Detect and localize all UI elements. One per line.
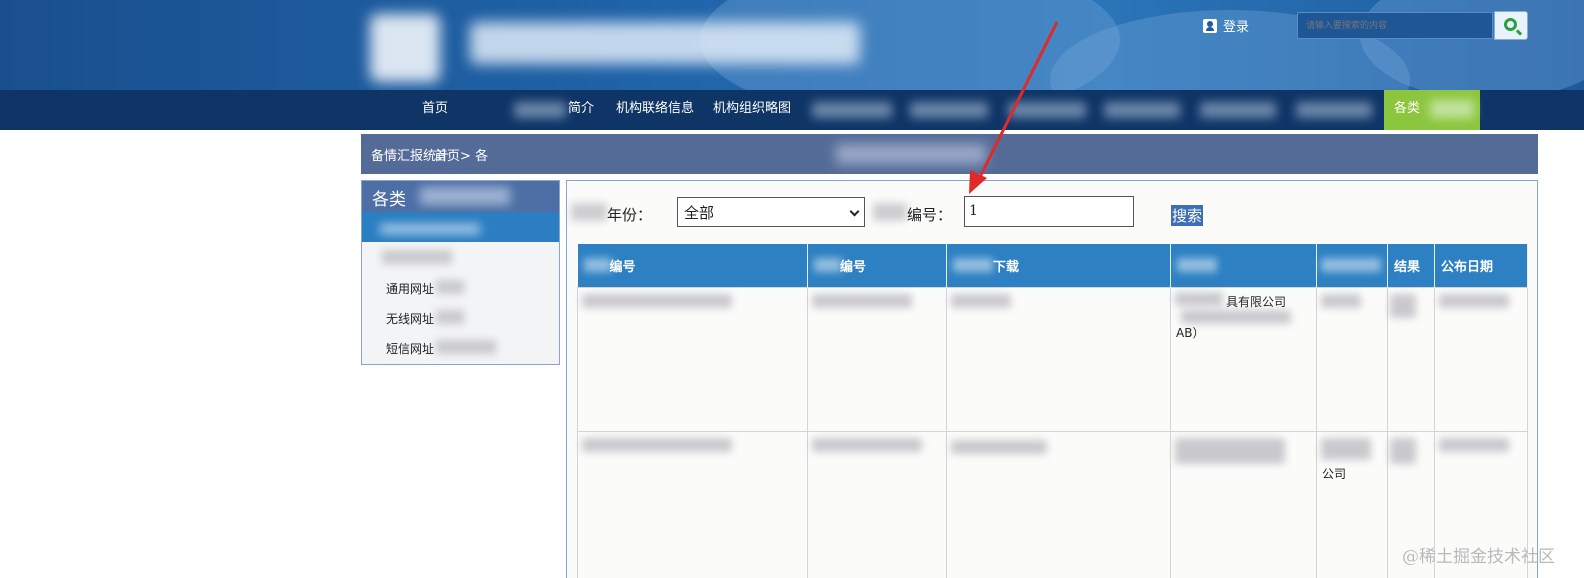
results-table: 编号 编号 下载 结果 公布日期 具有限公司 AB） 公司: [577, 244, 1528, 578]
table-cell: [946, 430, 1171, 578]
sidebar-title-blur: [420, 187, 510, 205]
number-value: 1: [969, 203, 978, 219]
table-cell: [577, 430, 808, 578]
sidebar-item-wireless[interactable]: 无线网址: [362, 302, 559, 332]
login-link[interactable]: 登录: [1203, 16, 1249, 35]
sidebar-item-blur: [436, 340, 496, 354]
column-header: 下载: [946, 244, 1171, 287]
nav-item-blurred[interactable]: [1104, 102, 1180, 118]
column-header: [1170, 244, 1317, 287]
site-search-button[interactable]: [1494, 11, 1528, 40]
nav-item-org-chart[interactable]: 机构组织略图: [713, 90, 791, 130]
sidebar-item-active[interactable]: [362, 212, 559, 242]
site-logo[interactable]: [370, 14, 440, 82]
watermark: @稀土掘金技术社区: [1402, 547, 1555, 567]
sidebar-item-general[interactable]: 通用网址: [362, 272, 559, 302]
sidebar-item-blur: [436, 280, 464, 294]
breadcrumb-trail: 首页> 各: [434, 145, 488, 164]
user-icon: [1203, 18, 1217, 33]
site-header: 登录: [0, 0, 1584, 90]
table-cell: [1434, 286, 1528, 432]
column-header: 公布日期: [1434, 244, 1528, 287]
breadcrumb-home[interactable]: 首页: [434, 149, 460, 164]
sidebar-item-blur: [436, 310, 464, 324]
filter-label-blur: [873, 203, 907, 221]
sidebar-title: 各类: [362, 181, 559, 212]
table-cell: [1170, 430, 1317, 578]
table-cell: 具有限公司 AB）: [1170, 286, 1317, 432]
nav-item-blurred[interactable]: [1200, 102, 1276, 118]
table-row[interactable]: 具有限公司 AB）: [577, 286, 1528, 432]
year-label: 年份：: [607, 206, 653, 224]
breadcrumb-separator: >: [460, 149, 471, 164]
table-cell: 公司: [1316, 430, 1388, 578]
nav-item-home[interactable]: 首页: [422, 90, 448, 130]
number-input[interactable]: 1: [964, 196, 1134, 227]
sidebar-title-text: 各类: [372, 190, 406, 210]
sidebar-item-label: 短信网址: [386, 342, 435, 356]
nav-cta-label: 各类: [1394, 101, 1421, 116]
column-header: [1316, 244, 1388, 287]
filter-label-blur: [571, 203, 607, 221]
site-search-input[interactable]: [1297, 12, 1493, 39]
nav-item-contacts[interactable]: 机构联络信息: [616, 90, 694, 130]
table-cell: [807, 286, 947, 432]
breadcrumb-blur: [836, 144, 986, 164]
page: 登录 首页 简介 机构联络信息 机构组织略图 各类 备情汇报统计 首页> 各: [0, 0, 1584, 578]
sidebar-item-blur: [382, 250, 452, 264]
main-panel: 年份： 全部 编号： 1 搜索 编号 编号 下载 结果 公布日期 具有限公司 A…: [566, 180, 1538, 578]
year-select[interactable]: 全部: [677, 197, 865, 227]
nav-item-blurred[interactable]: [1008, 102, 1086, 118]
site-title: [470, 22, 860, 64]
table-cell: [577, 286, 808, 432]
nav-item-blurred[interactable]: [1296, 102, 1372, 118]
main-nav: 首页 简介 机构联络信息 机构组织略图 各类: [0, 90, 1584, 130]
table-header-row: 编号 编号 下载 结果 公布日期: [577, 244, 1528, 287]
table-cell: [1387, 286, 1435, 432]
year-selected: 全部: [684, 204, 715, 222]
table-cell: [807, 430, 947, 578]
column-header: 结果: [1387, 244, 1435, 287]
number-label: 编号：: [907, 206, 953, 224]
search-icon: [1504, 18, 1517, 31]
sidebar-item-label: 无线网址: [386, 312, 435, 326]
column-header: 编号: [577, 244, 808, 287]
company-name-line3: AB）: [1176, 325, 1205, 340]
login-label: 登录: [1223, 20, 1250, 35]
table-cell: [1316, 286, 1388, 432]
table-row[interactable]: 公司: [577, 430, 1528, 578]
sidebar-active-blur: [380, 224, 480, 234]
nav-item-active[interactable]: 各类: [1384, 90, 1480, 130]
sidebar-item-blurred[interactable]: [362, 242, 559, 272]
nav-item-blurred[interactable]: [910, 102, 988, 118]
sidebar: 各类 通用网址 无线网址 短信网址: [361, 180, 560, 365]
nav-item-blurred[interactable]: [514, 102, 566, 118]
breadcrumb: 备情汇报统计 首页> 各: [361, 134, 1538, 174]
nav-cta-blur: [1430, 100, 1474, 118]
sidebar-item-label: 通用网址: [386, 282, 435, 296]
nav-item-blurred[interactable]: [812, 102, 892, 118]
table-cell: [946, 286, 1171, 432]
breadcrumb-current: 各: [475, 149, 489, 164]
nav-item-intro[interactable]: 简介: [568, 90, 594, 130]
company-suffix: 公司: [1322, 466, 1347, 481]
column-header: 编号: [807, 244, 947, 287]
sidebar-item-sms[interactable]: 短信网址: [362, 332, 559, 362]
search-button[interactable]: 搜索: [1171, 205, 1204, 226]
chevron-down-icon: [849, 206, 860, 217]
